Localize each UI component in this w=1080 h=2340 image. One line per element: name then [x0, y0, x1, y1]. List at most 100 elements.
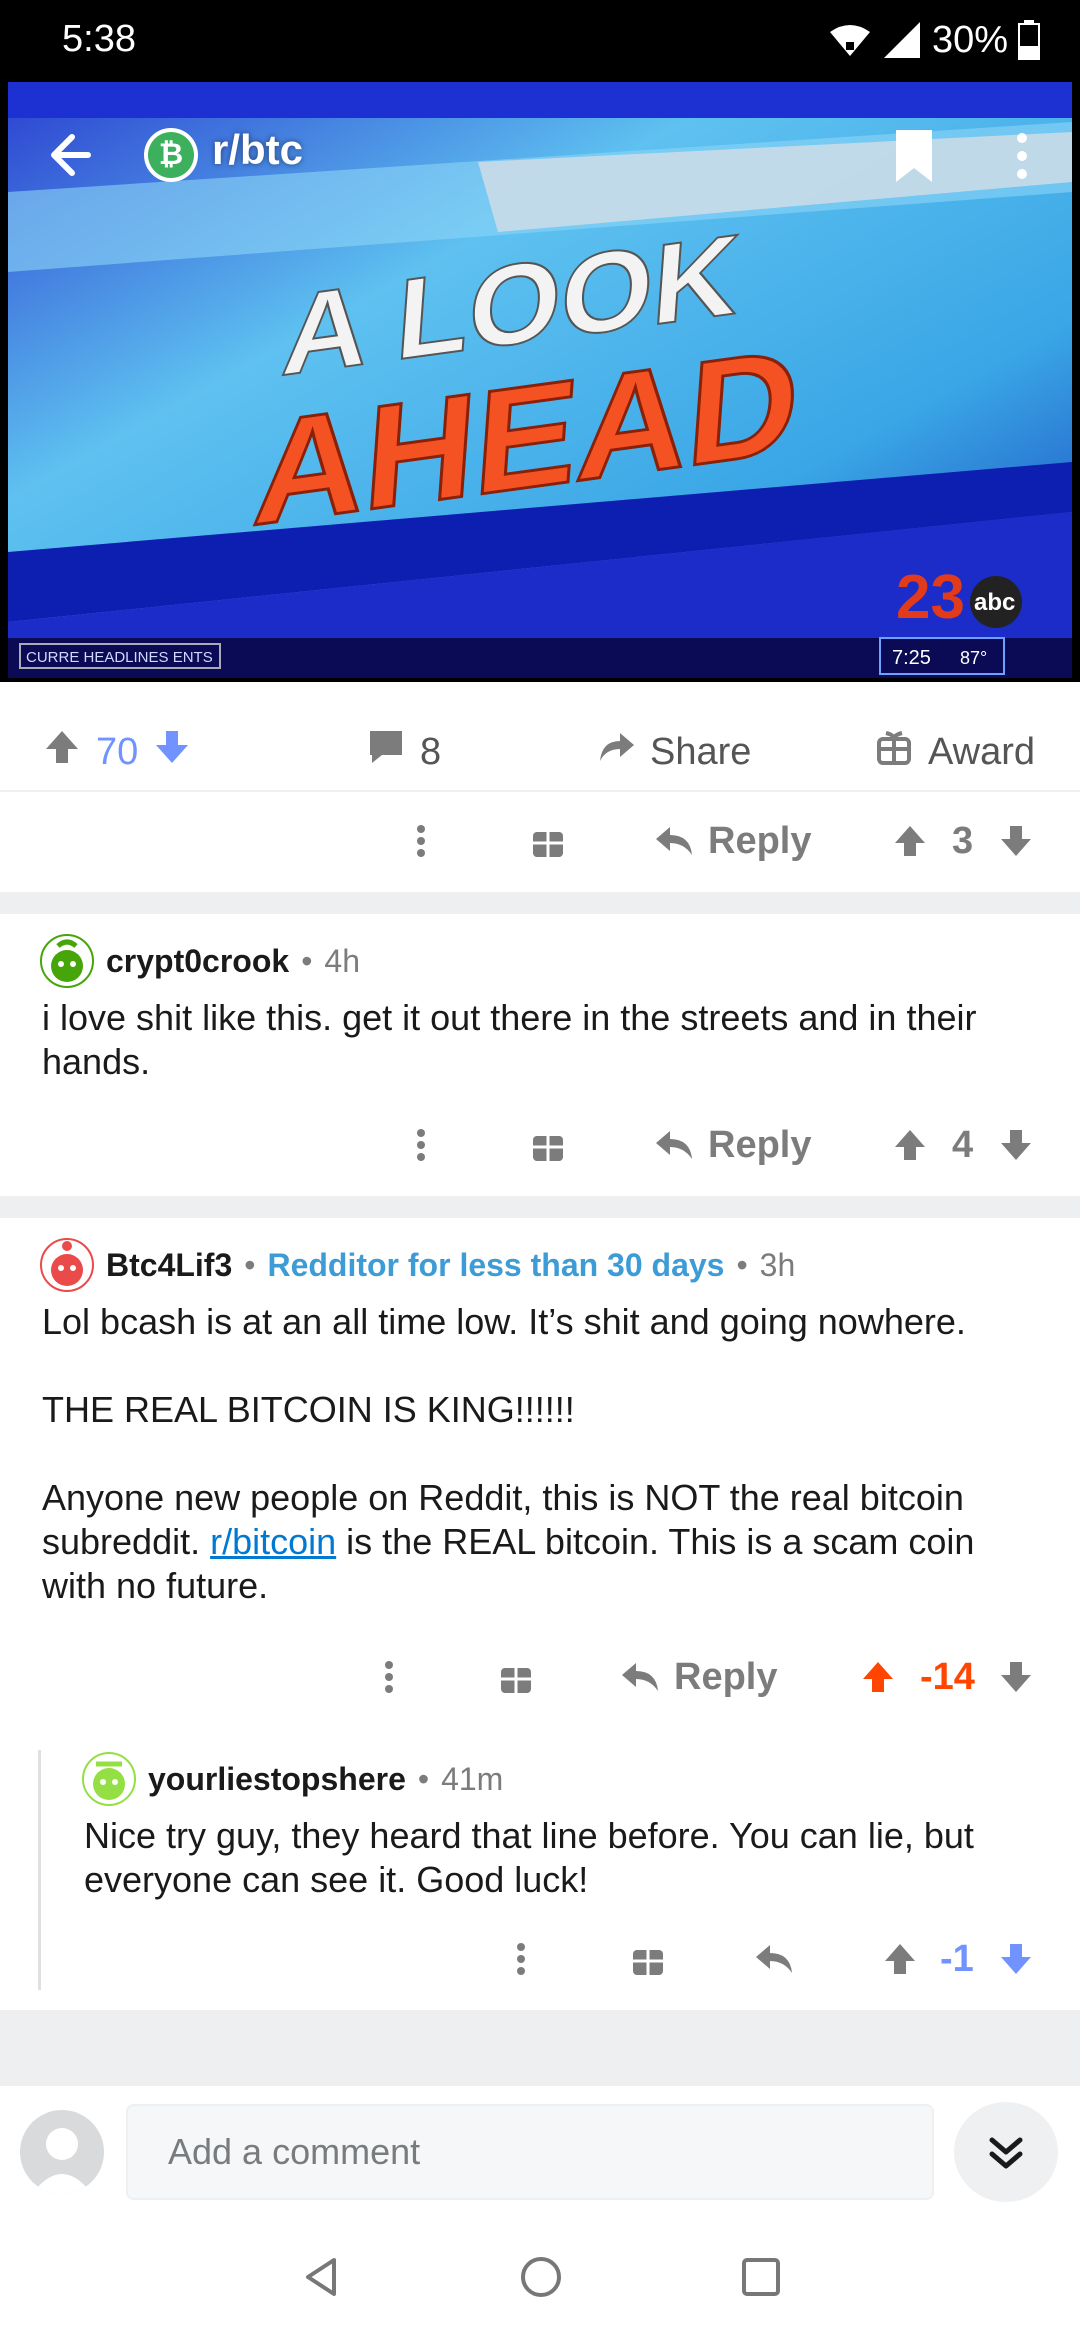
nav-back-icon[interactable] [286, 2242, 356, 2312]
comment-text: Lol bcash is at an all time low. It’s sh… [42, 1301, 966, 1342]
more-options-icon[interactable] [1002, 124, 1042, 188]
comment-age: 4h [324, 942, 360, 979]
comment-bubble-icon [366, 727, 406, 777]
bookmark-icon[interactable] [882, 124, 946, 188]
comment-score: 3 [952, 819, 974, 862]
battery-icon [1018, 20, 1040, 60]
gift-icon[interactable] [530, 806, 566, 876]
comment-author[interactable]: yourliestopshere [148, 1761, 406, 1798]
gift-icon [874, 727, 914, 777]
collapse-double-chevron-icon[interactable] [954, 2102, 1058, 2202]
upvote-icon[interactable] [892, 806, 928, 876]
more-options-icon[interactable] [406, 1110, 436, 1180]
downvote-icon[interactable] [998, 1924, 1034, 1994]
downvote-icon[interactable] [998, 1642, 1034, 1712]
battery-percent: 30% [931, 18, 1008, 61]
ticker-temp: 87° [960, 648, 987, 668]
reply-button[interactable]: Reply [654, 806, 811, 876]
comment-text: THE REAL BITCOIN IS KING!!!!!! [42, 1389, 575, 1430]
more-options-icon[interactable] [374, 1642, 404, 1712]
meta-separator: • [301, 942, 313, 979]
avatar[interactable] [40, 934, 94, 988]
top-app-bar: ₿ r/btc [0, 80, 1080, 230]
downvote-icon[interactable] [998, 806, 1034, 876]
comment-count: 8 [420, 730, 442, 773]
reply-label: Reply [708, 819, 812, 862]
subreddit-name[interactable]: r/btc [212, 126, 303, 174]
comments-button[interactable]: 8 [366, 722, 441, 782]
comment-actions-1: Reply 4 [0, 1110, 1080, 1180]
award-button[interactable]: Award [874, 722, 1035, 782]
reply-button[interactable]: Reply [620, 1642, 777, 1712]
divider [0, 892, 1080, 914]
comment-score: 4 [952, 1123, 974, 1166]
share-label: Share [650, 730, 752, 773]
signal-icon [882, 20, 922, 60]
avatar[interactable] [40, 1238, 94, 1292]
system-navigation-bar [0, 2214, 1080, 2340]
comment-input[interactable] [126, 2104, 934, 2200]
downvote-icon[interactable] [998, 1110, 1034, 1180]
wifi-icon [828, 22, 872, 58]
share-icon [596, 727, 636, 777]
comment-body: Lol bcash is at an all time low. It’s sh… [42, 1300, 1042, 1608]
nav-recents-icon[interactable] [726, 2242, 796, 2312]
status-bar: 5:38 30% [0, 0, 1080, 80]
divider [0, 1196, 1080, 1218]
comment-header: yourliestopshere • 41m [82, 1752, 503, 1806]
comment-text: Anyone new people on Reddit, this is NOT… [42, 1476, 1042, 1608]
meta-separator: • [736, 1246, 748, 1283]
comment-header: crypt0crook • 4h [40, 934, 360, 988]
gift-icon[interactable] [530, 1110, 566, 1180]
comment-actions-2: Reply -14 [0, 1642, 1080, 1712]
meta-separator: • [244, 1246, 256, 1283]
comment-score: -14 [920, 1655, 975, 1698]
comment-text: Nice try guy, they heard that line befor… [84, 1815, 974, 1900]
channel-number: 23 [896, 563, 965, 632]
end-of-thread-spacer [0, 2010, 1080, 2084]
user-flair: Redditor for less than 30 days [267, 1246, 725, 1283]
comment-text: i love shit like this. get it out there … [42, 997, 977, 1082]
comment-input-bar [0, 2084, 1080, 2214]
reply-label: Reply [674, 1655, 778, 1698]
more-options-icon[interactable] [506, 1924, 536, 1994]
gift-icon[interactable] [630, 1924, 666, 1994]
network-logo: abc [974, 589, 1015, 616]
reply-label: Reply [708, 1123, 812, 1166]
ticker-text: CURRE HEADLINES ENTS [26, 649, 213, 666]
upvote-icon[interactable] [882, 1924, 918, 1994]
upvote-icon[interactable] [42, 727, 82, 777]
back-arrow-icon[interactable] [40, 120, 110, 190]
comment-header: Btc4Lif3 • Redditor for less than 30 day… [40, 1238, 795, 1292]
bitcoin-cash-icon: ₿ [148, 132, 194, 178]
upvote-icon[interactable] [860, 1642, 896, 1712]
comment-author[interactable]: Btc4Lif3 [106, 1247, 232, 1284]
reply-button[interactable]: Reply [654, 1110, 811, 1180]
award-label: Award [928, 730, 1036, 773]
comment-body: i love shit like this. get it out there … [42, 996, 1042, 1084]
more-options-icon[interactable] [406, 806, 436, 876]
comment-body: Nice try guy, they heard that line befor… [84, 1814, 1024, 1902]
meta-separator: • [417, 1760, 430, 1797]
status-icons: 30% [828, 14, 1040, 66]
ticker-time: 7:25 [892, 647, 931, 669]
post-action-bar: 70 8 Share Award [0, 712, 1080, 792]
comment-author[interactable]: crypt0crook [106, 943, 289, 980]
comment-age: 3h [759, 1246, 796, 1283]
share-button[interactable]: Share [596, 722, 751, 782]
comment-actions-3: -1 [0, 1924, 1080, 1994]
downvote-icon[interactable] [152, 727, 192, 777]
post-media[interactable]: A LOOK AHEAD CURRE HEADLINES ENTS 7:25 8… [0, 80, 1080, 682]
subreddit-icon[interactable]: ₿ [144, 128, 198, 182]
post-score: 70 [96, 730, 139, 773]
gift-icon[interactable] [498, 1642, 534, 1712]
status-time: 5:38 [62, 18, 136, 60]
reply-icon[interactable] [754, 1924, 794, 1994]
user-avatar-icon[interactable] [20, 2110, 104, 2194]
nav-home-icon[interactable] [506, 2242, 576, 2312]
avatar[interactable] [82, 1752, 136, 1806]
post-vote-group: 70 [42, 722, 192, 782]
subreddit-link[interactable]: r/bitcoin [210, 1521, 336, 1562]
upvote-icon[interactable] [892, 1110, 928, 1180]
comment-score: -1 [940, 1937, 974, 1980]
